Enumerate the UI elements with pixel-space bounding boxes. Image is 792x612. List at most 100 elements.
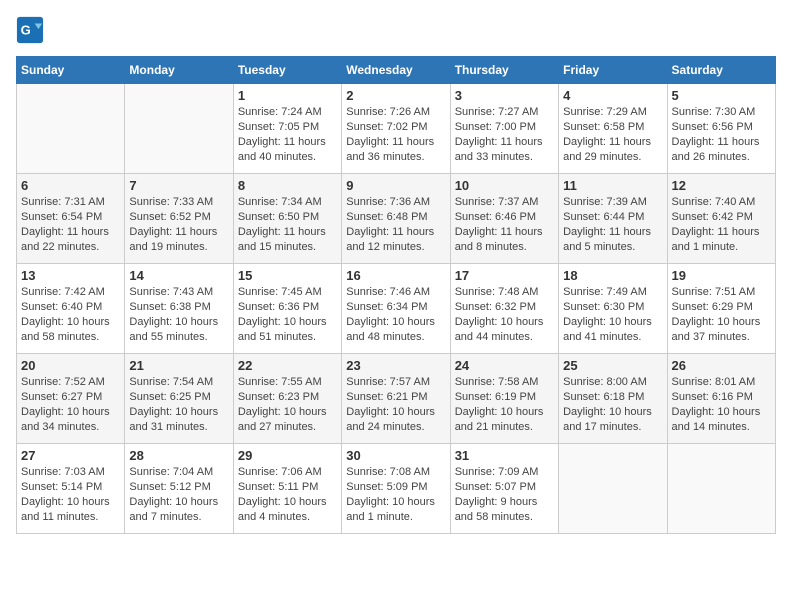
day-info: Sunrise: 7:57 AM Sunset: 6:21 PM Dayligh… — [346, 375, 445, 434]
calendar-cell: 2Sunrise: 7:26 AM Sunset: 7:02 PM Daylig… — [342, 84, 450, 174]
day-info: Sunrise: 7:55 AM Sunset: 6:23 PM Dayligh… — [238, 375, 337, 434]
calendar-cell: 18Sunrise: 7:49 AM Sunset: 6:30 PM Dayli… — [559, 264, 667, 354]
calendar-cell: 5 Sunrise: 7:30 AM Sunset: 6:56 PM Daylig… — [667, 84, 775, 174]
day-number: 29 — [238, 448, 337, 463]
day-info: Sunrise: 7:31 AM Sunset: 6:54 PM Dayligh… — [21, 195, 120, 254]
calendar-cell: 3Sunrise: 7:27 AM Sunset: 7:00 PM Daylig… — [450, 84, 558, 174]
calendar-table: SundayMondayTuesdayWednesdayThursdayFrid… — [16, 56, 776, 534]
logo: G — [16, 16, 46, 44]
calendar-cell: 21 Sunrise: 7:54 AM Sunset: 6:25 PM Dayli… — [125, 354, 233, 444]
calendar-cell: 9Sunrise: 7:36 AM Sunset: 6:48 PM Daylig… — [342, 174, 450, 264]
calendar-cell: 26Sunrise: 8:01 AM Sunset: 6:16 PM Dayli… — [667, 354, 775, 444]
calendar-cell: 24 Sunrise: 7:58 AM Sunset: 6:19 PM Dayli… — [450, 354, 558, 444]
day-info: Sunrise: 7:51 AM Sunset: 6:29 PM Dayligh… — [672, 285, 771, 344]
weekday-header-sunday: Sunday — [17, 57, 125, 84]
day-info: Sunrise: 7:37 AM Sunset: 6:46 PM Dayligh… — [455, 195, 554, 254]
day-number: 24 — [455, 358, 554, 373]
day-info: Sunrise: 7:45 AM Sunset: 6:36 PM Dayligh… — [238, 285, 337, 344]
day-info: Sunrise: 8:01 AM Sunset: 6:16 PM Dayligh… — [672, 375, 771, 434]
calendar-week-1: 1 Sunrise: 7:24 AM Sunset: 7:05 PM Daylig… — [17, 84, 776, 174]
day-info: Sunrise: 7:40 AM Sunset: 6:42 PM Dayligh… — [672, 195, 771, 254]
day-info: Sunrise: 7:34 AM Sunset: 6:50 PM Dayligh… — [238, 195, 337, 254]
day-number: 25 — [563, 358, 662, 373]
day-number: 16 — [346, 268, 445, 283]
weekday-header-wednesday: Wednesday — [342, 57, 450, 84]
day-info: Sunrise: 7:58 AM Sunset: 6:19 PM Dayligh… — [455, 375, 554, 434]
day-number: 4 — [563, 88, 662, 103]
day-info: Sunrise: 7:36 AM Sunset: 6:48 PM Dayligh… — [346, 195, 445, 254]
day-info: Sunrise: 7:03 AM Sunset: 5:14 PM Dayligh… — [21, 465, 120, 524]
calendar-header: SundayMondayTuesdayWednesdayThursdayFrid… — [17, 57, 776, 84]
day-number: 14 — [129, 268, 228, 283]
calendar-cell: 31 Sunrise: 7:09 AM Sunset: 5:07 PM Dayli… — [450, 444, 558, 534]
day-number: 11 — [563, 178, 662, 193]
calendar-cell: 11 Sunrise: 7:39 AM Sunset: 6:44 PM Dayli… — [559, 174, 667, 264]
weekday-header-saturday: Saturday — [667, 57, 775, 84]
day-info: Sunrise: 7:33 AM Sunset: 6:52 PM Dayligh… — [129, 195, 228, 254]
calendar-cell: 10 Sunrise: 7:37 AM Sunset: 6:46 PM Dayli… — [450, 174, 558, 264]
calendar-cell: 23 Sunrise: 7:57 AM Sunset: 6:21 PM Dayli… — [342, 354, 450, 444]
day-info: Sunrise: 7:09 AM Sunset: 5:07 PM Dayligh… — [455, 465, 554, 524]
day-number: 7 — [129, 178, 228, 193]
calendar-cell: 16 Sunrise: 7:46 AM Sunset: 6:34 PM Dayli… — [342, 264, 450, 354]
day-number: 19 — [672, 268, 771, 283]
day-info: Sunrise: 7:26 AM Sunset: 7:02 PM Dayligh… — [346, 105, 445, 164]
day-number: 28 — [129, 448, 228, 463]
day-info: Sunrise: 7:48 AM Sunset: 6:32 PM Dayligh… — [455, 285, 554, 344]
calendar-cell: 1 Sunrise: 7:24 AM Sunset: 7:05 PM Daylig… — [233, 84, 341, 174]
day-info: Sunrise: 7:30 AM Sunset: 6:56 PM Dayligh… — [672, 105, 771, 164]
logo-icon: G — [16, 16, 44, 44]
calendar-week-4: 20Sunrise: 7:52 AM Sunset: 6:27 PM Dayli… — [17, 354, 776, 444]
day-info: Sunrise: 7:39 AM Sunset: 6:44 PM Dayligh… — [563, 195, 662, 254]
calendar-week-3: 13Sunrise: 7:42 AM Sunset: 6:40 PM Dayli… — [17, 264, 776, 354]
svg-text:G: G — [21, 23, 31, 38]
day-number: 20 — [21, 358, 120, 373]
day-number: 1 — [238, 88, 337, 103]
calendar-cell: 30Sunrise: 7:08 AM Sunset: 5:09 PM Dayli… — [342, 444, 450, 534]
weekday-header-tuesday: Tuesday — [233, 57, 341, 84]
day-info: Sunrise: 7:54 AM Sunset: 6:25 PM Dayligh… — [129, 375, 228, 434]
day-info: Sunrise: 7:43 AM Sunset: 6:38 PM Dayligh… — [129, 285, 228, 344]
calendar-cell: 8 Sunrise: 7:34 AM Sunset: 6:50 PM Daylig… — [233, 174, 341, 264]
calendar-week-2: 6 Sunrise: 7:31 AM Sunset: 6:54 PM Daylig… — [17, 174, 776, 264]
calendar-cell: 22 Sunrise: 7:55 AM Sunset: 6:23 PM Dayli… — [233, 354, 341, 444]
day-number: 5 — [672, 88, 771, 103]
day-number: 10 — [455, 178, 554, 193]
calendar-cell: 20Sunrise: 7:52 AM Sunset: 6:27 PM Dayli… — [17, 354, 125, 444]
calendar-cell: 14 Sunrise: 7:43 AM Sunset: 6:38 PM Dayli… — [125, 264, 233, 354]
day-number: 8 — [238, 178, 337, 193]
calendar-cell: 29 Sunrise: 7:06 AM Sunset: 5:11 PM Dayli… — [233, 444, 341, 534]
day-info: Sunrise: 7:46 AM Sunset: 6:34 PM Dayligh… — [346, 285, 445, 344]
weekday-row: SundayMondayTuesdayWednesdayThursdayFrid… — [17, 57, 776, 84]
page-header: G — [16, 16, 776, 44]
calendar-cell: 15 Sunrise: 7:45 AM Sunset: 6:36 PM Dayli… — [233, 264, 341, 354]
day-info: Sunrise: 7:24 AM Sunset: 7:05 PM Dayligh… — [238, 105, 337, 164]
day-info: Sunrise: 7:06 AM Sunset: 5:11 PM Dayligh… — [238, 465, 337, 524]
calendar-cell — [667, 444, 775, 534]
calendar-cell — [559, 444, 667, 534]
day-number: 27 — [21, 448, 120, 463]
day-number: 6 — [21, 178, 120, 193]
calendar-week-5: 27 Sunrise: 7:03 AM Sunset: 5:14 PM Dayli… — [17, 444, 776, 534]
calendar-cell — [125, 84, 233, 174]
calendar-cell: 6 Sunrise: 7:31 AM Sunset: 6:54 PM Daylig… — [17, 174, 125, 264]
day-number: 15 — [238, 268, 337, 283]
day-number: 21 — [129, 358, 228, 373]
weekday-header-thursday: Thursday — [450, 57, 558, 84]
day-number: 23 — [346, 358, 445, 373]
day-number: 31 — [455, 448, 554, 463]
calendar-cell: 19 Sunrise: 7:51 AM Sunset: 6:29 PM Dayli… — [667, 264, 775, 354]
calendar-cell: 17 Sunrise: 7:48 AM Sunset: 6:32 PM Dayli… — [450, 264, 558, 354]
calendar-cell: 28 Sunrise: 7:04 AM Sunset: 5:12 PM Dayli… — [125, 444, 233, 534]
calendar-cell: 27 Sunrise: 7:03 AM Sunset: 5:14 PM Dayli… — [17, 444, 125, 534]
calendar-cell: 12Sunrise: 7:40 AM Sunset: 6:42 PM Dayli… — [667, 174, 775, 264]
day-info: Sunrise: 7:08 AM Sunset: 5:09 PM Dayligh… — [346, 465, 445, 524]
day-number: 13 — [21, 268, 120, 283]
calendar-cell: 13Sunrise: 7:42 AM Sunset: 6:40 PM Dayli… — [17, 264, 125, 354]
day-number: 17 — [455, 268, 554, 283]
day-info: Sunrise: 7:27 AM Sunset: 7:00 PM Dayligh… — [455, 105, 554, 164]
day-info: Sunrise: 7:04 AM Sunset: 5:12 PM Dayligh… — [129, 465, 228, 524]
weekday-header-friday: Friday — [559, 57, 667, 84]
day-number: 22 — [238, 358, 337, 373]
weekday-header-monday: Monday — [125, 57, 233, 84]
